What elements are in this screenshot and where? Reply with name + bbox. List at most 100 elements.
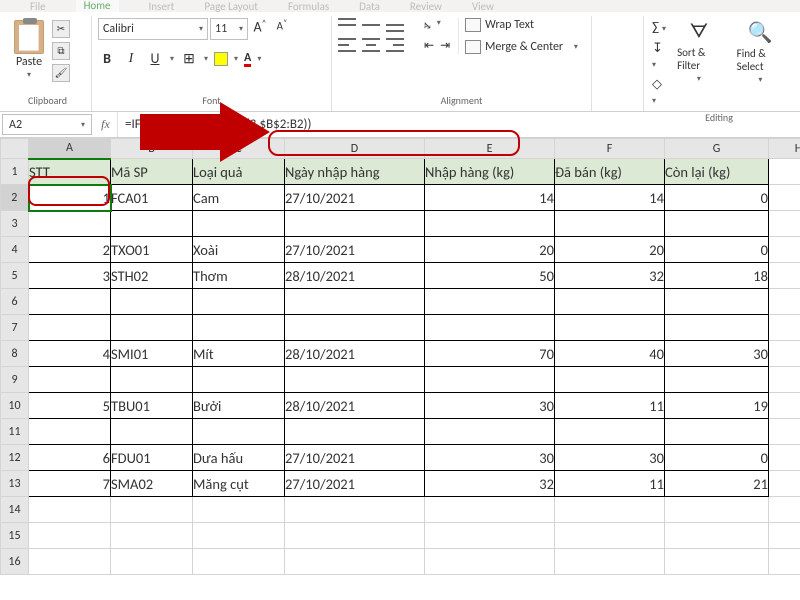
underline-button[interactable]: U — [146, 50, 164, 67]
cell[interactable] — [665, 549, 769, 575]
cell[interactable] — [769, 471, 800, 497]
format-painter-icon[interactable]: 🖌 — [52, 64, 70, 82]
cell[interactable] — [193, 315, 285, 341]
cell[interactable] — [111, 289, 193, 315]
cell[interactable] — [769, 367, 800, 393]
header-cell[interactable]: Nhập hàng (kg) — [425, 159, 555, 185]
cell[interactable]: 30 — [665, 341, 769, 367]
cell[interactable]: 7 — [29, 471, 111, 497]
row-head[interactable]: 15 — [1, 523, 29, 549]
cell[interactable] — [193, 523, 285, 549]
cell[interactable]: Mít — [193, 341, 285, 367]
cell[interactable] — [111, 419, 193, 445]
cell[interactable] — [29, 211, 111, 237]
cell[interactable] — [425, 211, 555, 237]
row-head[interactable]: 10 — [1, 393, 29, 419]
col-head-H[interactable]: H — [769, 139, 800, 159]
cell[interactable] — [29, 315, 111, 341]
col-head-F[interactable]: F — [555, 139, 665, 159]
tab-view[interactable]: View — [472, 0, 494, 12]
cell[interactable]: Thơm — [193, 263, 285, 289]
cell[interactable] — [555, 289, 665, 315]
cell[interactable] — [769, 289, 800, 315]
cell[interactable] — [555, 315, 665, 341]
row-head[interactable]: 5 — [1, 263, 29, 289]
cell[interactable]: 19 — [665, 393, 769, 419]
cell[interactable] — [769, 497, 800, 523]
row-head[interactable]: 7 — [1, 315, 29, 341]
cell[interactable]: 20 — [425, 237, 555, 263]
cell[interactable]: 27/10/2021 — [285, 471, 425, 497]
cell[interactable] — [29, 549, 111, 575]
cell[interactable] — [769, 549, 800, 575]
align-bottom-icon[interactable] — [386, 18, 404, 32]
cell[interactable] — [425, 289, 555, 315]
cell[interactable] — [555, 211, 665, 237]
cell[interactable] — [193, 367, 285, 393]
orientation-icon[interactable]: ⦮ — [424, 18, 431, 32]
cell[interactable] — [285, 419, 425, 445]
row-head[interactable]: 6 — [1, 289, 29, 315]
name-box[interactable]: A2 ▾ — [2, 114, 92, 135]
header-cell[interactable]: Ngày nhập hàng — [285, 159, 425, 185]
font-name-select[interactable]: Calibri▾ — [98, 18, 208, 40]
cell[interactable] — [111, 367, 193, 393]
cell[interactable] — [193, 497, 285, 523]
sort-filter-button[interactable]: ᗊ Sort & Filter▾ — [673, 18, 725, 87]
cell[interactable]: 0 — [665, 445, 769, 471]
cell[interactable]: 4 — [29, 341, 111, 367]
cell[interactable] — [111, 549, 193, 575]
cut-icon[interactable]: ✂ — [52, 20, 70, 38]
cell[interactable] — [769, 263, 800, 289]
cell[interactable] — [285, 367, 425, 393]
worksheet-grid[interactable]: A B C D E F G H 1 STT Mã SP Loại quả Ngà… — [0, 138, 800, 575]
col-head-D[interactable]: D — [285, 139, 425, 159]
cell[interactable]: Cam — [193, 185, 285, 211]
cell[interactable]: 28/10/2021 — [285, 393, 425, 419]
cell[interactable] — [425, 315, 555, 341]
cell[interactable] — [285, 211, 425, 237]
cell[interactable]: 6 — [29, 445, 111, 471]
select-all-corner[interactable] — [1, 139, 29, 159]
col-head-E[interactable]: E — [425, 139, 555, 159]
header-cell[interactable]: STT — [29, 159, 111, 185]
cell[interactable] — [29, 497, 111, 523]
cell[interactable] — [665, 211, 769, 237]
cell[interactable]: 2 — [29, 237, 111, 263]
cell[interactable]: 28/10/2021 — [285, 263, 425, 289]
cell[interactable] — [425, 497, 555, 523]
cell[interactable] — [111, 315, 193, 341]
cell[interactable]: 21 — [665, 471, 769, 497]
cell[interactable]: STH02 — [111, 263, 193, 289]
cell[interactable]: FCA01 — [111, 185, 193, 211]
italic-button[interactable]: I — [122, 51, 140, 67]
cell[interactable]: 32 — [425, 471, 555, 497]
cell[interactable] — [193, 211, 285, 237]
cell[interactable]: 27/10/2021 — [285, 185, 425, 211]
cell[interactable]: SMA02 — [111, 471, 193, 497]
cell[interactable]: 30 — [555, 445, 665, 471]
row-head[interactable]: 14 — [1, 497, 29, 523]
cell[interactable] — [665, 523, 769, 549]
cell[interactable]: Dưa hấu — [193, 445, 285, 471]
cell[interactable] — [665, 419, 769, 445]
header-cell[interactable]: Còn lại (kg) — [665, 159, 769, 185]
cell[interactable] — [555, 367, 665, 393]
tab-formulas[interactable]: Formulas — [288, 0, 329, 12]
cell[interactable]: 14 — [555, 185, 665, 211]
cell[interactable] — [769, 341, 800, 367]
cell[interactable] — [111, 523, 193, 549]
cell[interactable] — [285, 497, 425, 523]
row-head[interactable]: 12 — [1, 445, 29, 471]
cell[interactable] — [425, 419, 555, 445]
cell[interactable]: Bưởi — [193, 393, 285, 419]
cell[interactable]: FDU01 — [111, 445, 193, 471]
autosum-button[interactable]: ∑ ▾ — [652, 20, 667, 35]
row-head[interactable]: 13 — [1, 471, 29, 497]
cell[interactable] — [285, 289, 425, 315]
clear-button[interactable]: ◇ ▾ — [652, 77, 667, 107]
cell[interactable] — [111, 497, 193, 523]
cell[interactable] — [193, 549, 285, 575]
row-head[interactable]: 2 — [1, 185, 29, 211]
cell[interactable] — [285, 315, 425, 341]
